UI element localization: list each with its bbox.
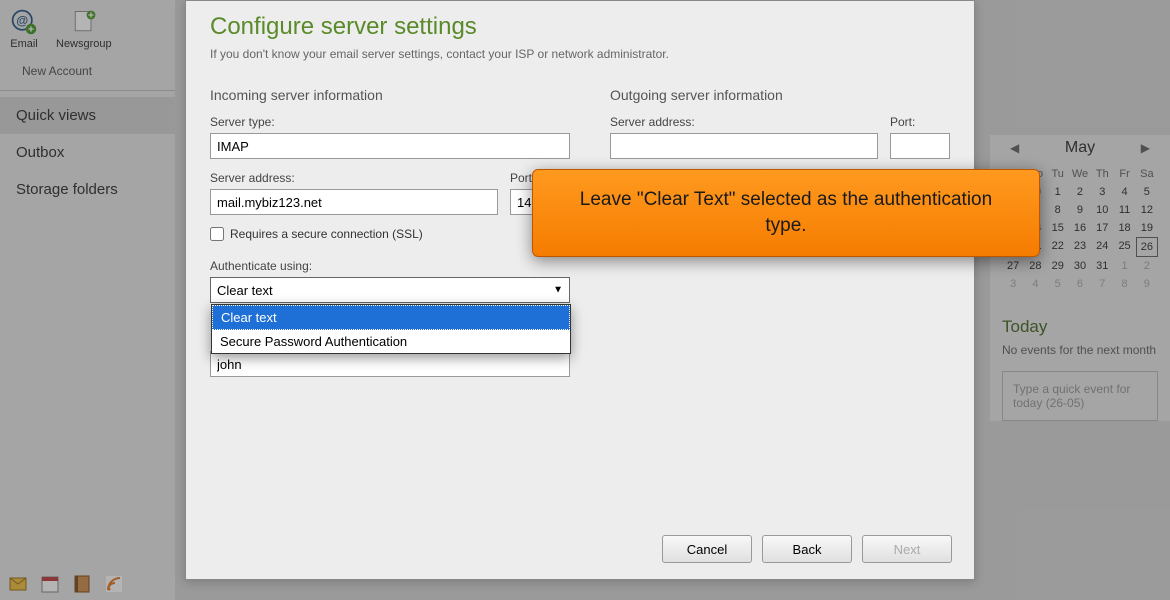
newsgroup-icon <box>70 8 98 36</box>
calendar-dow: We <box>1069 165 1091 183</box>
next-button: Next <box>862 535 952 563</box>
outgoing-heading: Outgoing server information <box>610 87 950 103</box>
calendar-day[interactable]: 10 <box>1091 201 1113 219</box>
toolbar-label: Email <box>10 38 38 50</box>
back-button[interactable]: Back <box>762 535 852 563</box>
calendar-day[interactable]: 16 <box>1069 219 1091 237</box>
calendar-day[interactable]: 3 <box>1091 183 1113 201</box>
toolbar-email[interactable]: @ Email <box>10 8 38 50</box>
out-server-address-label: Server address: <box>610 115 878 129</box>
calendar-day[interactable]: 19 <box>1136 219 1158 237</box>
calendar-day[interactable]: 28 <box>1024 257 1046 275</box>
calendar-dow: Sa <box>1136 165 1158 183</box>
cancel-button[interactable]: Cancel <box>662 535 752 563</box>
auth-select[interactable]: Clear text ▼ Clear text Secure Password … <box>210 277 570 303</box>
today-heading: Today <box>1002 317 1158 337</box>
chevron-down-icon: ▼ <box>553 285 563 296</box>
auth-option-cleartext[interactable]: Clear text <box>212 305 570 330</box>
email-icon: @ <box>10 8 38 36</box>
out-server-address-input[interactable] <box>610 133 878 159</box>
calendar-day[interactable]: 23 <box>1069 237 1091 257</box>
feeds-icon[interactable] <box>104 574 124 594</box>
dialog-buttons: Cancel Back Next <box>662 535 952 563</box>
calendar-day[interactable]: 2 <box>1136 257 1158 275</box>
calendar-icon[interactable] <box>40 574 60 594</box>
calendar-day[interactable]: 22 <box>1047 237 1069 257</box>
sidebar-item-outbox[interactable]: Outbox <box>0 134 175 171</box>
config-dialog: Configure server settings If you don't k… <box>185 0 975 580</box>
divider <box>0 90 175 91</box>
server-type-label: Server type: <box>210 115 570 129</box>
no-events-text: No events for the next month <box>1002 343 1158 357</box>
toolbar: @ Email Newsgroup <box>0 0 175 58</box>
server-address-input[interactable] <box>210 189 498 215</box>
callout-text: Leave "Clear Text" selected as the authe… <box>563 187 1009 238</box>
server-address-label: Server address: <box>210 171 498 185</box>
calendar-day[interactable]: 8 <box>1113 275 1135 293</box>
out-port-label: Port: <box>890 115 950 129</box>
calendar-day[interactable]: 3 <box>1002 275 1024 293</box>
calendar-day[interactable]: 9 <box>1069 201 1091 219</box>
sidebar-item-quickviews[interactable]: Quick views <box>0 97 175 134</box>
calendar-header: ◀ May ▶ <box>1002 135 1158 161</box>
calendar-day[interactable]: 30 <box>1069 257 1091 275</box>
incoming-column: Incoming server information Server type:… <box>210 87 570 377</box>
calendar-day[interactable]: 25 <box>1113 237 1135 257</box>
svg-text:@: @ <box>16 14 28 28</box>
calendar-day[interactable]: 5 <box>1047 275 1069 293</box>
calendar-day[interactable]: 24 <box>1091 237 1113 257</box>
calendar-month: May <box>1065 139 1095 157</box>
dialog-title: Configure server settings <box>210 13 950 41</box>
toolbar-label: Newsgroup <box>56 38 112 50</box>
calendar-day[interactable]: 26 <box>1136 237 1158 257</box>
calendar-day[interactable]: 17 <box>1091 219 1113 237</box>
today-section: Today No events for the next month Type … <box>1002 317 1158 421</box>
calendar-day[interactable]: 5 <box>1136 183 1158 201</box>
calendar-day[interactable]: 2 <box>1069 183 1091 201</box>
calendar-day[interactable]: 6 <box>1069 275 1091 293</box>
auth-dropdown: Clear text Secure Password Authenticatio… <box>211 304 571 354</box>
calendar-day[interactable]: 11 <box>1113 201 1135 219</box>
calendar-day[interactable]: 4 <box>1113 183 1135 201</box>
quick-event-input[interactable]: Type a quick event for today (26-05) <box>1002 371 1158 421</box>
calendar-next[interactable]: ▶ <box>1141 141 1150 155</box>
calendar-dow: Th <box>1091 165 1113 183</box>
instruction-callout: Leave "Clear Text" selected as the authe… <box>532 169 1040 257</box>
calendar-day[interactable]: 9 <box>1136 275 1158 293</box>
sidebar-item-storage[interactable]: Storage folders <box>0 171 175 208</box>
calendar-day[interactable]: 27 <box>1002 257 1024 275</box>
contacts-icon[interactable] <box>72 574 92 594</box>
calendar-day[interactable]: 18 <box>1113 219 1135 237</box>
calendar-day[interactable]: 29 <box>1047 257 1069 275</box>
ssl-label: Requires a secure connection (SSL) <box>230 227 423 241</box>
auth-selected-value: Clear text <box>217 283 273 298</box>
left-sidebar: @ Email Newsgroup New Account Quick view… <box>0 0 175 600</box>
auth-option-spa[interactable]: Secure Password Authentication <box>212 330 570 353</box>
incoming-heading: Incoming server information <box>210 87 570 103</box>
auth-label: Authenticate using: <box>210 259 570 273</box>
bottom-icons <box>8 574 124 594</box>
calendar-day[interactable]: 1 <box>1047 183 1069 201</box>
calendar-day[interactable]: 31 <box>1091 257 1113 275</box>
server-type-select[interactable] <box>210 133 570 159</box>
new-account-link[interactable]: New Account <box>0 58 175 84</box>
calendar-day[interactable]: 15 <box>1047 219 1069 237</box>
calendar-day[interactable]: 12 <box>1136 201 1158 219</box>
ssl-checkbox[interactable] <box>210 227 224 241</box>
mail-icon[interactable] <box>8 574 28 594</box>
out-port-input[interactable] <box>890 133 950 159</box>
calendar-day[interactable]: 8 <box>1047 201 1069 219</box>
toolbar-newsgroup[interactable]: Newsgroup <box>56 8 112 50</box>
calendar-dow: Tu <box>1047 165 1069 183</box>
calendar-dow: Fr <box>1113 165 1135 183</box>
calendar-day[interactable]: 7 <box>1091 275 1113 293</box>
dialog-subtitle: If you don't know your email server sett… <box>210 47 950 61</box>
calendar-prev[interactable]: ◀ <box>1010 141 1019 155</box>
calendar-day[interactable]: 1 <box>1113 257 1135 275</box>
calendar-day[interactable]: 4 <box>1024 275 1046 293</box>
logon-id-input[interactable] <box>210 351 570 377</box>
